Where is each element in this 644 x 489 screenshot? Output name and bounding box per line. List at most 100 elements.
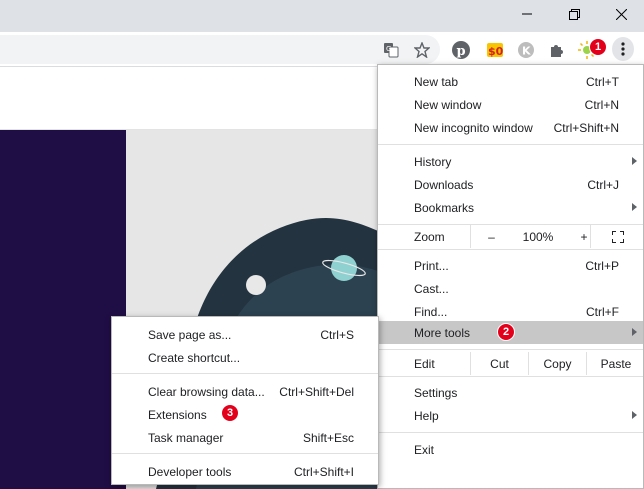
svg-text:$0: $0 — [488, 45, 504, 58]
paste-label: Paste — [600, 356, 632, 371]
menu-item-label: Bookmarks — [414, 201, 475, 215]
zoom-minus-label: – — [488, 229, 495, 244]
menu-item-help[interactable]: Help — [378, 404, 643, 427]
menu-item-label: New window — [414, 98, 482, 112]
menu-edit-row: Edit Cut Copy Paste — [378, 352, 643, 375]
menu-item-history[interactable]: History — [378, 150, 643, 173]
menu-item-label: Developer tools — [148, 465, 232, 479]
cut-label: Cut — [490, 356, 509, 371]
menu-item-label: Task manager — [148, 431, 224, 445]
menu-item-shortcut: Ctrl+T — [586, 75, 619, 89]
menu-item-label: Settings — [414, 386, 458, 400]
menu-item-label: Find... — [414, 305, 448, 319]
menu-item-shortcut: Ctrl+P — [585, 259, 619, 273]
menu-item-label: Create shortcut... — [148, 351, 241, 365]
menu-item-shortcut: Ctrl+Shift+N — [553, 121, 619, 135]
menu-item-new-incognito-window[interactable]: New incognito window Ctrl+Shift+N — [378, 116, 643, 139]
zoom-plus-label: + — [580, 229, 588, 244]
browser-toolbar: G p $0 K 1 — [0, 32, 644, 67]
svg-text:G: G — [386, 45, 391, 53]
menu-item-label: Cast... — [414, 282, 449, 296]
menu-item-label: Save page as... — [148, 328, 232, 342]
kebab-menu-icon — [621, 42, 625, 56]
menu-item-shortcut: Ctrl+Shift+I — [293, 465, 354, 479]
menu-item-shortcut: Ctrl+F — [586, 305, 619, 319]
menu-divider — [378, 249, 643, 250]
menu-item-clear-browsing-data[interactable]: Clear browsing data... Ctrl+Shift+Del — [112, 380, 378, 403]
minimize-button[interactable] — [504, 0, 550, 28]
submenu-arrow-icon — [632, 411, 637, 419]
menu-item-developer-tools[interactable]: Developer tools Ctrl+Shift+I — [112, 460, 378, 483]
extension-icon[interactable]: $0 — [484, 39, 506, 61]
address-bar[interactable] — [0, 35, 440, 64]
menu-item-label: Extensions — [148, 408, 207, 422]
menu-item-new-tab[interactable]: New tab Ctrl+T — [378, 70, 643, 93]
menu-item-bookmarks[interactable]: Bookmarks — [378, 196, 643, 219]
step-badge-3: 3 — [221, 404, 239, 422]
restore-icon — [568, 8, 580, 20]
page-header — [0, 67, 378, 130]
minimize-icon — [522, 13, 532, 15]
title-bar — [0, 0, 644, 32]
page-dark-panel — [0, 130, 126, 489]
menu-divider — [112, 373, 378, 374]
menu-zoom-row: Zoom – 100% + — [378, 225, 643, 248]
star-icon[interactable] — [411, 39, 433, 61]
menu-item-label: More tools — [414, 326, 471, 340]
menu-item-label: History — [414, 155, 452, 169]
step-badge-1: 1 — [589, 38, 607, 56]
menu-item-label: Exit — [414, 443, 435, 457]
more-tools-submenu: Save page as... Ctrl+S Create shortcut..… — [111, 316, 379, 485]
menu-divider — [378, 144, 643, 145]
copy-button[interactable]: Copy — [528, 352, 586, 375]
restore-button[interactable] — [551, 0, 597, 28]
zoom-out-button[interactable]: – — [470, 225, 512, 248]
menu-item-downloads[interactable]: Downloads Ctrl+J — [378, 173, 643, 196]
menu-divider — [378, 349, 643, 350]
menu-item-print[interactable]: Print... Ctrl+P — [378, 254, 643, 277]
pinterest-icon[interactable]: p — [450, 39, 472, 61]
menu-divider — [112, 453, 378, 454]
translate-icon[interactable]: G — [380, 39, 402, 61]
menu-item-shortcut: Ctrl+N — [584, 98, 619, 112]
menu-item-find[interactable]: Find... Ctrl+F — [378, 300, 643, 323]
menu-item-new-window[interactable]: New window Ctrl+N — [378, 93, 643, 116]
kebab-menu-button[interactable] — [612, 37, 634, 61]
menu-item-label: Downloads — [414, 178, 474, 192]
menu-item-label: New incognito window — [414, 121, 533, 135]
menu-item-extensions[interactable]: Extensions — [112, 403, 378, 426]
paste-button[interactable]: Paste — [586, 352, 644, 375]
menu-item-shortcut: Ctrl+J — [587, 178, 619, 192]
fullscreen-icon — [612, 230, 624, 243]
submenu-arrow-icon — [632, 157, 637, 165]
menu-item-shortcut: Shift+Esc — [302, 431, 354, 445]
menu-item-settings[interactable]: Settings — [378, 381, 643, 404]
fullscreen-button[interactable] — [590, 225, 644, 248]
menu-item-create-shortcut[interactable]: Create shortcut... — [112, 346, 378, 369]
menu-item-label: New tab — [414, 75, 459, 89]
puzzle-icon[interactable] — [546, 39, 568, 61]
k-extension-icon[interactable]: K — [515, 39, 537, 61]
menu-item-exit[interactable]: Exit — [378, 438, 643, 461]
menu-divider — [378, 432, 643, 433]
submenu-arrow-icon — [632, 203, 637, 211]
close-icon — [615, 8, 627, 20]
svg-text:K: K — [522, 45, 531, 58]
cut-button[interactable]: Cut — [470, 352, 528, 375]
close-window-button[interactable] — [598, 0, 644, 28]
menu-item-save-page-as[interactable]: Save page as... Ctrl+S — [112, 323, 378, 346]
menu-item-shortcut: Ctrl+S — [320, 328, 354, 342]
menu-item-task-manager[interactable]: Task manager Shift+Esc — [112, 426, 378, 449]
copy-label: Copy — [543, 356, 572, 371]
svg-text:p: p — [457, 44, 466, 59]
submenu-arrow-icon — [632, 328, 637, 336]
step-badge-2: 2 — [497, 323, 515, 341]
menu-divider — [378, 376, 643, 377]
menu-item-label: Clear browsing data... — [148, 385, 265, 399]
menu-item-label: Print... — [414, 259, 449, 273]
menu-item-shortcut: Ctrl+Shift+Del — [279, 385, 354, 399]
menu-item-cast[interactable]: Cast... — [378, 277, 643, 300]
menu-item-label: Help — [414, 409, 439, 423]
zoom-level: 100% — [522, 230, 554, 244]
edit-label: Edit — [414, 357, 435, 371]
